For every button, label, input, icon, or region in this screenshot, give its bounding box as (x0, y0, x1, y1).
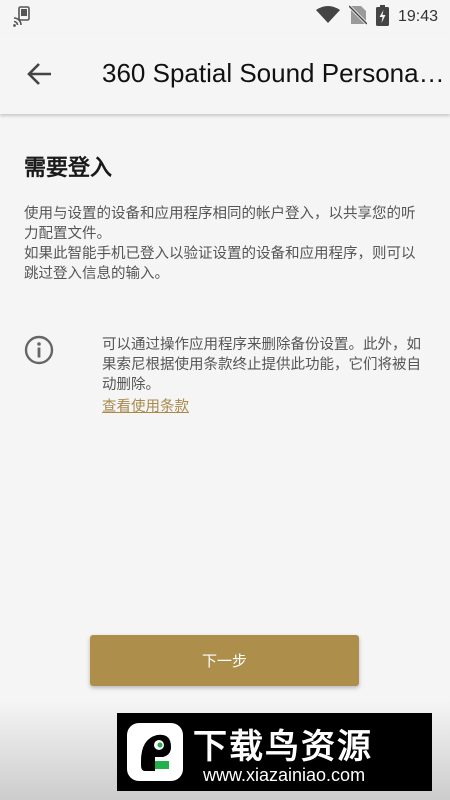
description-line-1: 使用与设置的设备和应用程序相同的帐户登入，以共享您的听力配置文件。 (24, 206, 416, 242)
page-title: 360 Spatial Sound Personalizer (102, 58, 447, 88)
description-line-2: 如果此智能手机已登入以验证设置的设备和应用程序，则可以跳过登入信息的输入。 (24, 246, 416, 282)
status-bar: 19:43 (0, 0, 450, 34)
battery-charging-icon (375, 4, 389, 30)
terms-of-use-link[interactable]: 查看使用条款 (102, 397, 189, 417)
next-button[interactable]: 下一步 (90, 635, 359, 686)
arrow-left-icon (27, 63, 51, 85)
watermark-logo (127, 723, 183, 781)
no-sim-icon (347, 4, 369, 29)
info-icon (24, 335, 54, 365)
watermark-banner: 下载鸟资源 www.xiazainiao.com (117, 713, 432, 791)
description: 使用与设置的设备和应用程序相同的帐户登入，以共享您的听力配置文件。 如果此智能手… (24, 204, 424, 284)
status-time: 19:43 (397, 8, 438, 25)
info-text-block: 可以通过操作应用程序来删除备份设置。此外，如果索尼根据使用条款终止提供此功能，它… (102, 335, 424, 417)
section-heading: 需要登入 (24, 156, 113, 181)
watermark-title: 下载鸟资源 (193, 727, 373, 767)
watermark-url: www.xiazainiao.com (203, 765, 366, 785)
info-text: 可以通过操作应用程序来删除备份设置。此外，如果索尼根据使用条款终止提供此功能，它… (102, 337, 421, 393)
login-required-section: 需要登入 使用与设置的设备和应用程序相同的帐户登入，以共享您的听力配置文件。 如… (24, 150, 424, 284)
app-bar: 360 Spatial Sound Personalizer (0, 34, 450, 114)
wifi-icon (315, 6, 340, 28)
back-button[interactable] (24, 58, 56, 90)
app-notification-icon (12, 6, 32, 32)
